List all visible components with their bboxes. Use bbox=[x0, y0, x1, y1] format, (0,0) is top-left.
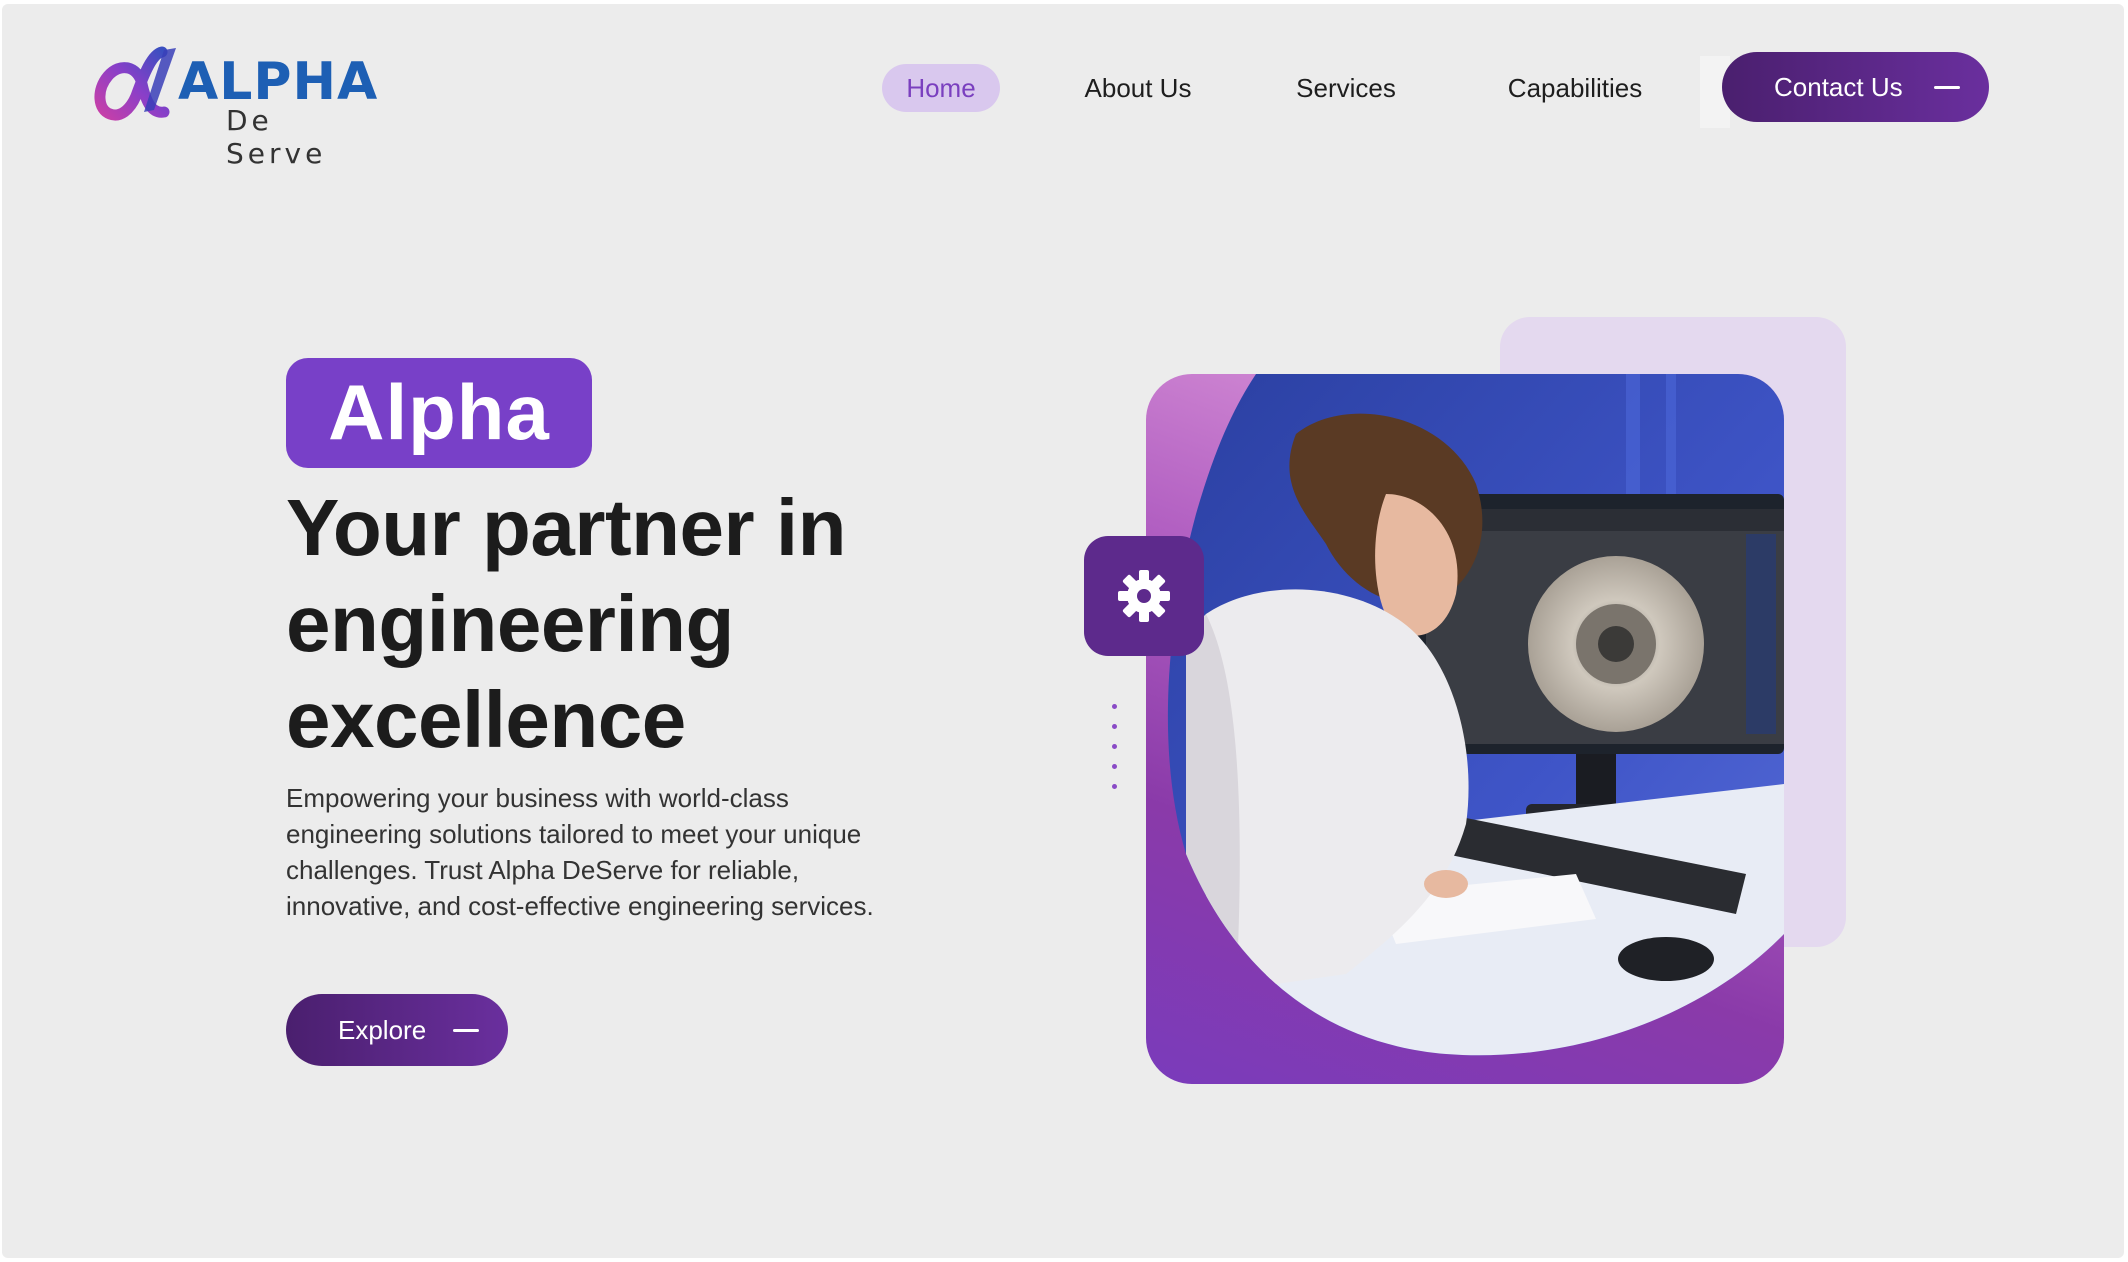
hero-image bbox=[1146, 374, 1784, 1084]
nav-item-about-us[interactable]: About Us bbox=[1062, 64, 1214, 112]
gear-icon bbox=[1118, 570, 1170, 622]
decorative-dot bbox=[1112, 784, 1117, 789]
contact-us-label: Contact Us bbox=[1774, 72, 1903, 102]
hero-badge: Alpha bbox=[286, 358, 592, 468]
main-nav: Home About Us Services Capabilities Cont… bbox=[2, 52, 2124, 128]
explore-button[interactable]: Explore bbox=[286, 994, 508, 1066]
engineer-workstation-illustration bbox=[1167, 374, 1784, 1056]
decorative-dot bbox=[1112, 704, 1117, 709]
page: ALPHA De Serve Home About Us Services Ca… bbox=[2, 4, 2124, 1258]
decorative-dot bbox=[1112, 744, 1117, 749]
settings-badge bbox=[1084, 536, 1204, 656]
dash-arrow-icon bbox=[453, 1029, 479, 1032]
headline-line: engineering bbox=[286, 579, 734, 668]
hero-description: Empowering your business with world-clas… bbox=[286, 783, 874, 921]
decorative-dot bbox=[1112, 724, 1117, 729]
nav-item-services[interactable]: Services bbox=[1280, 64, 1412, 112]
contact-us-button[interactable]: Contact Us bbox=[1722, 52, 1989, 122]
headline-line: Your partner in bbox=[286, 483, 846, 572]
headline-line: excellence bbox=[286, 675, 686, 764]
nav-item-capabilities[interactable]: Capabilities bbox=[1490, 64, 1660, 112]
hero-headline: Your partner in engineering excellence bbox=[286, 480, 1006, 768]
explore-label: Explore bbox=[338, 1015, 427, 1045]
dash-arrow-icon bbox=[1934, 86, 1960, 89]
nav-item-home[interactable]: Home bbox=[882, 64, 1000, 112]
decorative-dot bbox=[1112, 764, 1117, 769]
